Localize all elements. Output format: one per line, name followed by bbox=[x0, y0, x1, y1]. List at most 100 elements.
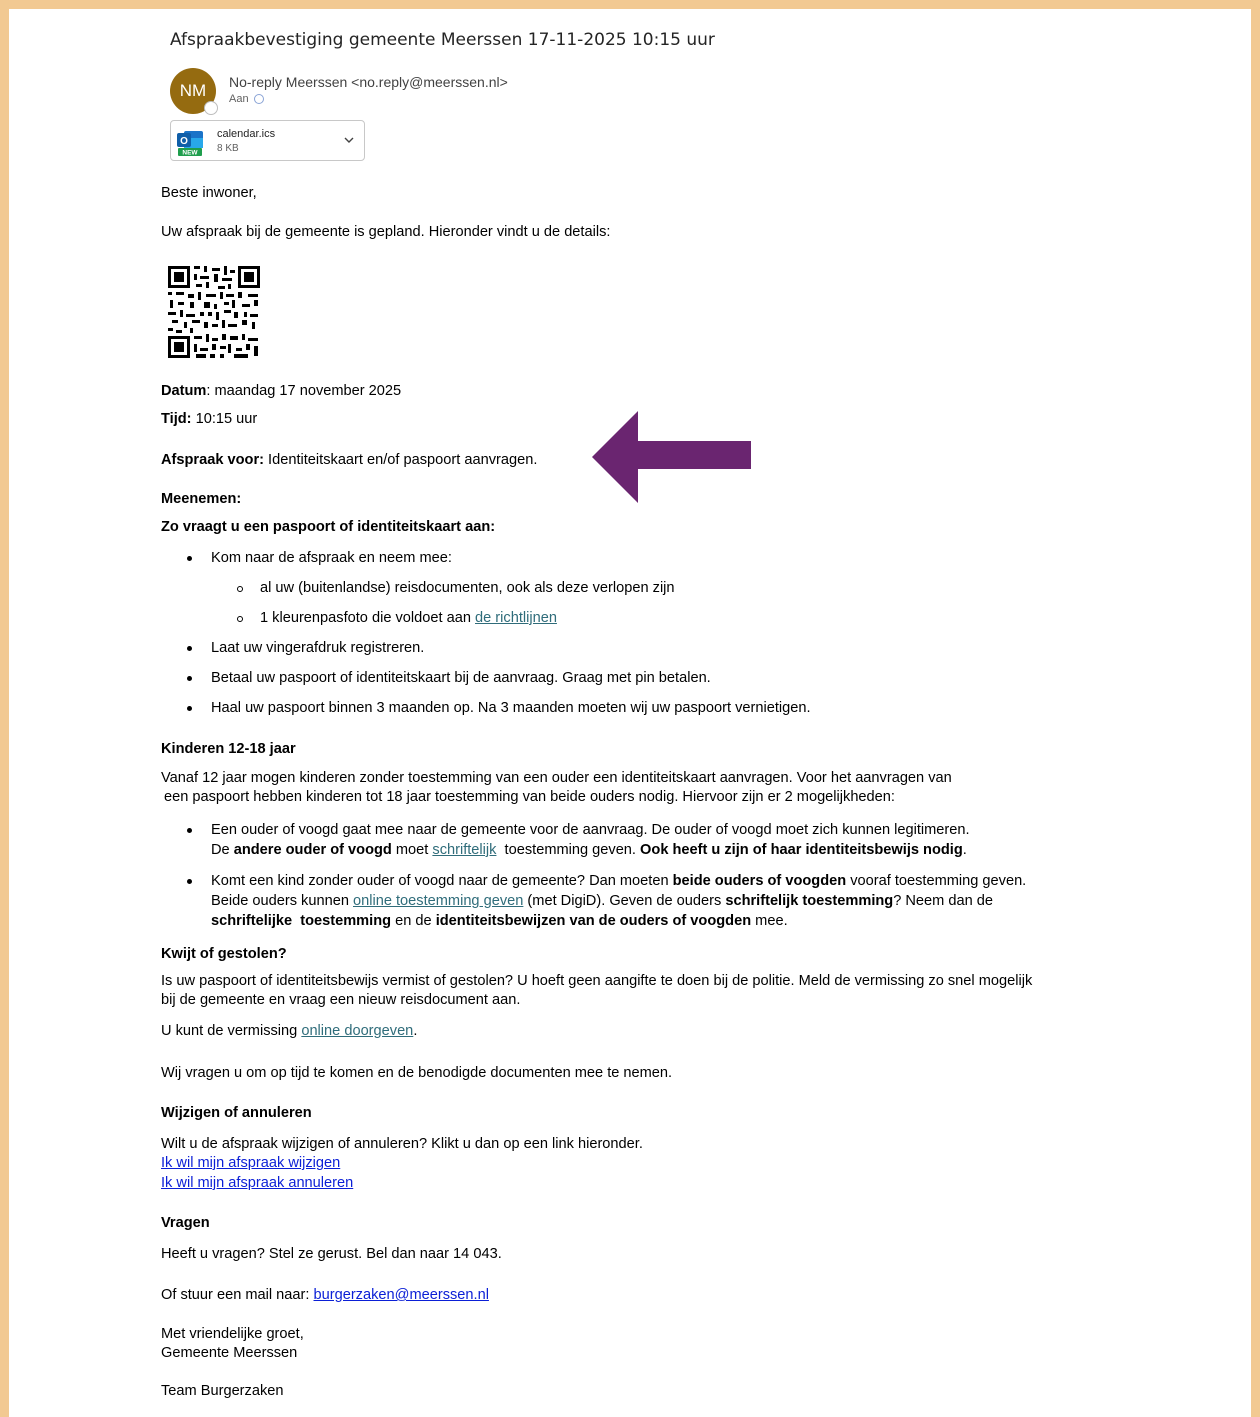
tijd-label: Tijd: bbox=[161, 411, 192, 427]
text-fragment: (met DigiD). Geven de ouders bbox=[523, 893, 726, 909]
sub-bullet-circle bbox=[237, 586, 243, 592]
bullet-dot bbox=[187, 706, 192, 711]
purple-arrow-annotation bbox=[592, 411, 751, 503]
text-fragment: schriftelijke toestemming bbox=[211, 913, 392, 929]
report-online-link[interactable]: online doorgeven bbox=[301, 1023, 413, 1039]
list-item-continued: Beide ouders kunnen online toestemming g… bbox=[211, 891, 993, 911]
ontime-text: Wij vragen u om op tijd te komen en de b… bbox=[161, 1065, 673, 1081]
text-fragment: ? Neem dan de bbox=[893, 893, 994, 909]
schriftelijk-link[interactable]: schriftelijk bbox=[432, 842, 496, 858]
list-item-continued: schriftelijke toestemming en de identite… bbox=[211, 911, 788, 931]
tijd-line: Tijd: 10:15 uur bbox=[161, 409, 257, 429]
team-name: Team Burgerzaken bbox=[161, 1383, 284, 1399]
list-item: al uw (buitenlandse) reisdocumenten, ook… bbox=[260, 580, 675, 596]
cancel-appointment-link-text[interactable]: Ik wil mijn afspraak annuleren bbox=[161, 1175, 353, 1191]
tijd-value: 10:15 uur bbox=[191, 411, 258, 427]
outlook-calendar-icon: O NEW bbox=[177, 131, 203, 157]
recipient-line: Aan bbox=[229, 93, 264, 105]
afspraak-line: Afspraak voor: Identiteitskaart en/of pa… bbox=[161, 450, 537, 470]
text-fragment: U kunt de vermissing bbox=[161, 1023, 302, 1039]
text-fragment: en de bbox=[391, 913, 436, 929]
attachment-card[interactable]: O NEW calendar.ics 8 KB bbox=[170, 120, 365, 161]
online-consent-link[interactable]: online toestemming geven bbox=[353, 893, 523, 909]
text-fragment: identiteitsbewijzen van de ouders of voo… bbox=[435, 913, 752, 929]
new-badge: NEW bbox=[182, 150, 198, 157]
text-fragment: beide ouders of voogden bbox=[672, 873, 847, 889]
text-fragment: De bbox=[211, 842, 234, 858]
text-fragment: toestemming geven. bbox=[496, 842, 641, 858]
cancel-appointment-link[interactable]: Ik wil mijn afspraak annuleren bbox=[161, 1173, 353, 1193]
lost-online-line: U kunt de vermissing online doorgeven. bbox=[161, 1021, 417, 1041]
howto-heading-text: Zo vraagt u een paspoort of identiteitsk… bbox=[161, 519, 496, 535]
text-fragment: mee. bbox=[751, 913, 788, 929]
kids-heading-text: Kinderen 12-18 jaar bbox=[161, 741, 296, 757]
organization-name: Gemeente Meerssen bbox=[161, 1345, 298, 1361]
lost-heading-text: Kwijt of gestolen? bbox=[161, 946, 287, 962]
list-item-continued: De andere ouder of voogd moet schrifteli… bbox=[211, 840, 967, 860]
presence-status-icon bbox=[204, 101, 218, 115]
avatar-initials: NM bbox=[179, 81, 207, 100]
list-item-text: 1 kleurenpasfoto die voldoet aan bbox=[260, 610, 476, 626]
attachment-size: 8 KB bbox=[217, 143, 239, 154]
afspraak-value: Identiteitskaart en/of paspoort aanvrage… bbox=[264, 452, 538, 468]
email-link[interactable]: burgerzaken@meerssen.nl bbox=[314, 1287, 489, 1303]
questions-heading: Vragen bbox=[161, 1213, 210, 1233]
text-fragment: Of stuur een mail naar: bbox=[161, 1287, 314, 1303]
text-fragment: andere ouder of voogd bbox=[233, 842, 392, 858]
list-item: Een ouder of voogd gaat mee naar de geme… bbox=[211, 822, 970, 838]
bullet-dot bbox=[187, 556, 192, 561]
kids-paragraph-line: Vanaf 12 jaar mogen kinderen zonder toes… bbox=[161, 770, 952, 786]
recipient-presence-icon bbox=[253, 94, 264, 104]
kids-heading: Kinderen 12-18 jaar bbox=[161, 739, 296, 759]
guidelines-link[interactable]: de richtlijnen bbox=[475, 610, 557, 626]
text-fragment: . bbox=[413, 1023, 418, 1039]
list-item: Komt een kind zonder ouder of voogd naar… bbox=[211, 871, 1026, 891]
meenemen-heading: Meenemen: bbox=[161, 489, 241, 509]
sub-bullet-circle bbox=[237, 616, 243, 622]
svg-text:O: O bbox=[180, 136, 188, 147]
bullet-dot bbox=[187, 676, 192, 681]
list-item: Haal uw paspoort binnen 3 maanden op. Na… bbox=[211, 700, 811, 716]
change-text: Wilt u de afspraak wijzigen of annuleren… bbox=[161, 1136, 643, 1152]
list-item: Kom naar de afspraak en neem mee: bbox=[211, 550, 452, 566]
bullet-dot bbox=[187, 879, 192, 884]
meenemen-heading-text: Meenemen: bbox=[161, 491, 242, 507]
bullet-dot bbox=[187, 828, 192, 833]
text-fragment: schriftelijk toestemming bbox=[725, 893, 894, 909]
regards: Met vriendelijke groet, bbox=[161, 1326, 304, 1342]
mail-line: Of stuur een mail naar: burgerzaken@meer… bbox=[161, 1285, 489, 1305]
chevron-down-icon[interactable] bbox=[342, 133, 356, 147]
afspraak-label: Afspraak voor: bbox=[161, 452, 264, 468]
greeting: Beste inwoner, bbox=[161, 185, 257, 201]
text-fragment: Ook heeft u zijn of haar identiteitsbewi… bbox=[640, 842, 963, 858]
attachment-name: calendar.ics bbox=[217, 128, 276, 140]
text-fragment: vooraf toestemming geven. bbox=[846, 873, 1027, 889]
list-item: 1 kleurenpasfoto die voldoet aan de rich… bbox=[260, 608, 557, 628]
intro-text: Uw afspraak bij de gemeente is gepland. … bbox=[161, 224, 611, 240]
change-appointment-link-text[interactable]: Ik wil mijn afspraak wijzigen bbox=[161, 1155, 340, 1171]
text-fragment: . bbox=[962, 842, 967, 858]
datum-value: : maandag 17 november 2025 bbox=[206, 383, 402, 399]
text-fragment: Beide ouders kunnen bbox=[211, 893, 353, 909]
kids-paragraph-line: een paspoort hebben kinderen tot 18 jaar… bbox=[164, 789, 895, 805]
list-item: Betaal uw paspoort of identiteitskaart b… bbox=[211, 670, 711, 686]
bullet-dot bbox=[187, 646, 192, 651]
lost-paragraph-line: Is uw paspoort of identiteitsbewijs verm… bbox=[161, 973, 1033, 989]
qr-code-image bbox=[166, 264, 262, 360]
change-appointment-link[interactable]: Ik wil mijn afspraak wijzigen bbox=[161, 1153, 340, 1173]
sender[interactable]: No-reply Meerssen <no.reply@meerssen.nl> bbox=[229, 74, 508, 90]
text-fragment: Komt een kind zonder ouder of voogd naar… bbox=[211, 873, 673, 889]
text-fragment: moet bbox=[391, 842, 433, 858]
howto-heading: Zo vraagt u een paspoort of identiteitsk… bbox=[161, 517, 495, 537]
datum-label: Datum bbox=[161, 383, 207, 399]
change-heading: Wijzigen of annuleren bbox=[161, 1103, 312, 1123]
lost-heading: Kwijt of gestolen? bbox=[161, 944, 287, 964]
lost-paragraph-line: bij de gemeente en vraag een nieuw reisd… bbox=[161, 992, 521, 1008]
datum-line: Datum: maandag 17 november 2025 bbox=[161, 381, 401, 401]
list-item: Laat uw vingerafdruk registreren. bbox=[211, 640, 425, 656]
questions-text: Heeft u vragen? Stel ze gerust. Bel dan … bbox=[161, 1246, 502, 1262]
change-heading-text: Wijzigen of annuleren bbox=[161, 1105, 312, 1121]
to-label: Aan bbox=[229, 93, 249, 105]
email-subject: Afspraakbevestiging gemeente Meerssen 17… bbox=[170, 30, 715, 50]
questions-heading-text: Vragen bbox=[161, 1215, 210, 1231]
